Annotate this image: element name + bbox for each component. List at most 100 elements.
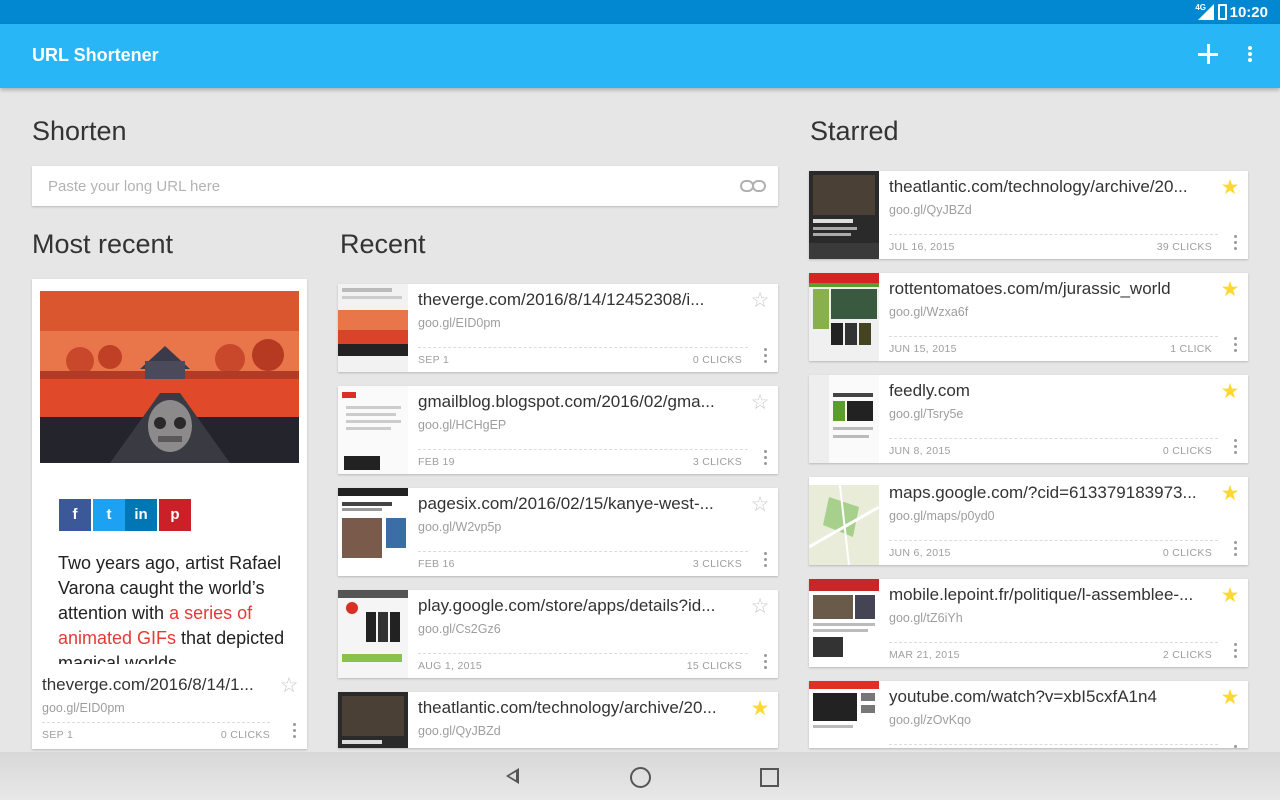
page-thumbnail: [338, 386, 408, 474]
featured-image: [40, 291, 299, 463]
more-vert-icon[interactable]: [1234, 541, 1238, 557]
shorten-heading: Shorten: [32, 116, 127, 146]
long-url: theatlantic.com/technology/archive/20...: [418, 698, 717, 717]
page-thumbnail: [809, 477, 879, 565]
more-vert-icon[interactable]: [1234, 643, 1238, 659]
status-bar: 4G 10:20: [0, 0, 1280, 24]
date: JUN 15, 2015: [889, 343, 957, 355]
link-card[interactable]: mobile.lepoint.fr/politique/l-assemblee-…: [809, 579, 1248, 667]
short-url: goo.gl/W2vp5p: [418, 520, 502, 534]
star-icon[interactable]: ★: [1219, 585, 1241, 607]
star-icon[interactable]: ☆: [749, 290, 771, 312]
more-vert-icon[interactable]: [1238, 44, 1262, 68]
linkedin-share-button[interactable]: in: [125, 499, 157, 531]
link-card[interactable]: pagesix.com/2016/02/15/kanye-west-... goo…: [338, 488, 778, 576]
recent-heading: Recent: [340, 229, 426, 259]
click-count: 0 CLICKS: [692, 354, 742, 366]
link-card[interactable]: feedly.com goo.gl/Tsry5e ★ JUN 8, 2015 0 CLI…: [809, 375, 1248, 463]
star-icon[interactable]: ★: [1219, 687, 1241, 709]
page-thumbnail: [338, 692, 408, 748]
divider: [889, 744, 1218, 745]
short-url: goo.gl/QyJBZd: [418, 724, 501, 738]
divider: [418, 347, 748, 348]
date: JUL 16, 2015: [889, 241, 955, 253]
more-vert-icon[interactable]: [764, 552, 768, 568]
divider: [889, 438, 1218, 439]
long-url: theverge.com/2016/8/14/12452308/i...: [418, 290, 705, 309]
app-bar: URL Shortener: [0, 24, 1280, 88]
navigation-bar: [0, 752, 1280, 800]
star-icon[interactable]: ☆: [749, 494, 771, 516]
star-icon[interactable]: ★: [1219, 381, 1241, 403]
plus-icon[interactable]: [1196, 42, 1220, 66]
short-url: goo.gl/Cs2Gz6: [418, 622, 501, 636]
short-url: goo.gl/HCHgEP: [418, 418, 507, 432]
twitter-share-button[interactable]: t: [93, 499, 125, 531]
date: MAR 21, 2015: [889, 649, 960, 661]
short-url: goo.gl/QyJBZd: [889, 203, 972, 217]
long-url: theatlantic.com/technology/archive/20...: [889, 177, 1188, 196]
divider: [418, 449, 748, 450]
page-thumbnail: [809, 375, 879, 463]
divider: [889, 234, 1218, 235]
star-icon[interactable]: ★: [749, 698, 771, 720]
article-excerpt: Two years ago, artist Rafael Varona caug…: [58, 551, 293, 664]
more-vert-icon[interactable]: [1234, 337, 1238, 353]
date: JUN 6, 2015: [889, 547, 951, 559]
link-icon[interactable]: [740, 178, 766, 194]
most-recent-meta: theverge.com/2016/8/14/1... goo.gl/EID0p…: [32, 669, 307, 749]
link-card[interactable]: maps.google.com/?cid=613379183973... goo.…: [809, 477, 1248, 565]
more-vert-icon[interactable]: [293, 723, 297, 739]
long-url: play.google.com/store/apps/details?id...: [418, 596, 716, 615]
more-vert-icon[interactable]: [764, 654, 768, 670]
starred-heading: Starred: [810, 116, 899, 146]
star-icon[interactable]: ★: [1219, 483, 1241, 505]
short-url: goo.gl/zOvKqo: [889, 713, 971, 727]
short-url: goo.gl/Tsry5e: [889, 407, 964, 421]
link-card[interactable]: rottentomatoes.com/m/jurassic_world goo.g…: [809, 273, 1248, 361]
shorten-field-container: [32, 166, 778, 206]
divider: [418, 551, 748, 552]
link-card[interactable]: theverge.com/2016/8/14/12452308/i... goo.…: [338, 284, 778, 372]
date: JUN 8, 2015: [889, 445, 951, 457]
most-recent-heading: Most recent: [32, 229, 174, 259]
long-url: youtube.com/watch?v=xbI5cxfA1n4: [889, 687, 1157, 706]
divider: [889, 540, 1218, 541]
star-icon[interactable]: ☆: [749, 596, 771, 618]
more-vert-icon[interactable]: [764, 450, 768, 466]
more-vert-icon[interactable]: [1234, 235, 1238, 251]
star-icon[interactable]: ☆: [278, 675, 300, 697]
short-url: goo.gl/tZ6iYh: [889, 611, 963, 625]
more-vert-icon[interactable]: [1234, 745, 1238, 748]
short-url: goo.gl/EID0pm: [42, 701, 125, 715]
short-url: goo.gl/maps/p0yd0: [889, 509, 995, 523]
recents-icon[interactable]: [758, 766, 780, 788]
app-title: URL Shortener: [32, 45, 159, 65]
facebook-share-button[interactable]: f: [59, 499, 91, 531]
pinterest-share-button[interactable]: p: [159, 499, 191, 531]
divider: [889, 336, 1218, 337]
most-recent-card[interactable]: f t in p Two years ago, artist Rafael Va…: [32, 279, 307, 749]
star-icon[interactable]: ★: [1219, 177, 1241, 199]
back-icon[interactable]: [502, 766, 524, 788]
clock: 10:20: [1229, 4, 1268, 21]
link-card[interactable]: theatlantic.com/technology/archive/20...…: [338, 692, 778, 748]
short-url: goo.gl/EID0pm: [418, 316, 501, 330]
long-url-input[interactable]: [48, 166, 728, 206]
star-icon[interactable]: ☆: [749, 392, 771, 414]
link-card[interactable]: play.google.com/store/apps/details?id...…: [338, 590, 778, 678]
star-icon[interactable]: ★: [1219, 279, 1241, 301]
page-thumbnail: [338, 590, 408, 678]
long-url: theverge.com/2016/8/14/1...: [42, 675, 254, 694]
click-count: 3 CLICKS: [692, 456, 742, 468]
page-thumbnail: [338, 488, 408, 576]
more-vert-icon[interactable]: [1234, 439, 1238, 455]
link-card[interactable]: theatlantic.com/technology/archive/20...…: [809, 171, 1248, 259]
click-count: 0 CLICKS: [1162, 445, 1212, 457]
more-vert-icon[interactable]: [764, 348, 768, 364]
click-count: 39 CLICKS: [1156, 241, 1212, 253]
home-icon[interactable]: [629, 766, 651, 788]
link-card[interactable]: youtube.com/watch?v=xbI5cxfA1n4 goo.gl/zO…: [809, 681, 1248, 748]
click-count: 15 CLICKS: [686, 660, 742, 672]
link-card[interactable]: gmailblog.blogspot.com/2016/02/gma... goo…: [338, 386, 778, 474]
